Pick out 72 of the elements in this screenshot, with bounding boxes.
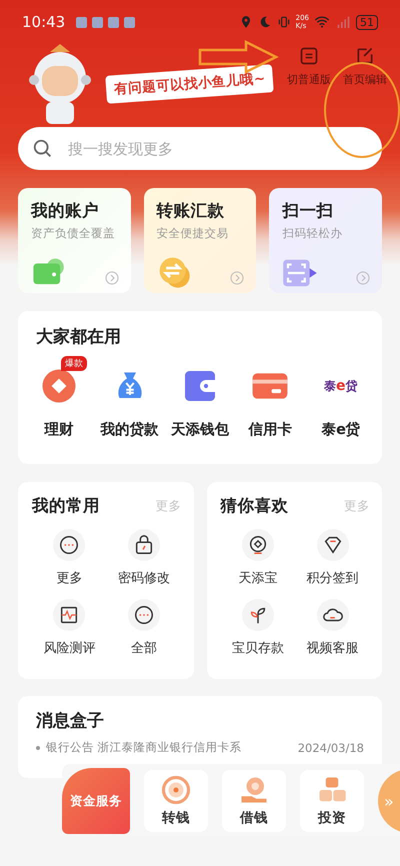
service-label: 信用卡 [248, 420, 292, 439]
message-date: 2024/03/18 [298, 740, 364, 754]
notification-icon [124, 16, 136, 28]
shortcut-label: 密码修改 [118, 570, 170, 587]
shortcut-card[interactable]: 我的账户 资产负债全覆盖 [18, 188, 131, 293]
swap-icon [299, 46, 319, 66]
service-item[interactable]: 信用卡 [238, 356, 302, 439]
shortcut-label: 全部 [131, 640, 158, 657]
chevron-icon [356, 271, 370, 285]
signal-icon [335, 14, 351, 30]
shortcut-item[interactable]: 天添宝 [220, 529, 296, 587]
shortcut-item[interactable]: 全部 [106, 599, 182, 657]
bullet-icon [36, 746, 40, 750]
card-title: 扫一扫 [282, 200, 334, 222]
section-title: 消息盒子 [36, 710, 105, 732]
search-icon [32, 138, 54, 160]
notification-icon [76, 16, 88, 28]
section-title: 我的常用 [32, 495, 100, 517]
service-label: 理财 [44, 420, 74, 439]
shortcut-item[interactable]: 风险测评 [32, 599, 107, 657]
card-subtitle: 资产负债全覆盖 [31, 226, 116, 241]
card-title: 转账汇款 [156, 200, 226, 222]
message-text[interactable]: 银行公告 浙江泰隆商业银行信用卡系 [46, 740, 242, 755]
service-item[interactable]: 爆款 理财 [27, 356, 92, 439]
service-label: 天添钱包 [170, 421, 229, 439]
shortcut-item[interactable]: 视频客服 [295, 599, 370, 657]
section-title: 大家都在用 [35, 326, 122, 348]
moon-icon [258, 15, 272, 29]
service-item[interactable]: 我的贷款 [98, 356, 162, 439]
wifi-icon [314, 14, 330, 30]
card-subtitle: 扫码轻松办 [282, 226, 344, 241]
coin-icon [41, 368, 78, 404]
service-item[interactable]: 泰e贷 泰e贷 [308, 356, 373, 439]
chevron-icon [104, 271, 119, 285]
vibrate-icon [276, 15, 291, 29]
brand-logo: 泰e贷 [324, 378, 358, 394]
diamond-icon [322, 534, 344, 556]
fund-service-button[interactable]: 转钱 [144, 770, 208, 832]
fund-service-button[interactable]: 投资 [300, 770, 364, 832]
shortcut-card[interactable]: 扫一扫 扫码轻松办 [269, 188, 382, 293]
shortcut-item[interactable]: 宝贝存款 [220, 599, 296, 657]
search-bar[interactable]: 搜一搜发现更多 [18, 127, 382, 170]
status-time: 10:43 [22, 13, 66, 31]
edit-icon [355, 46, 375, 66]
more-icon [133, 604, 156, 626]
shortcut-label: 宝贝存款 [232, 640, 284, 657]
shortcut-label: 积分签到 [306, 570, 359, 587]
chevron-icon [230, 271, 244, 285]
card-subtitle: 安全便捷交易 [156, 226, 230, 241]
shortcut-item[interactable]: 密码修改 [106, 529, 182, 587]
more-icon [58, 534, 80, 556]
shortcut-item[interactable]: 更多 [32, 529, 107, 587]
shortcut-label: 风险测评 [43, 640, 96, 657]
shortcut-label: 视频客服 [306, 640, 359, 657]
notification-icon [92, 16, 104, 28]
card-title: 我的账户 [31, 200, 100, 222]
shortcut-item[interactable]: 积分签到 [295, 529, 370, 587]
hand-coin-icon [239, 775, 269, 805]
exchange-icon [156, 255, 191, 289]
shortcut-label: 更多 [56, 570, 82, 587]
shortcut-card[interactable]: 转账汇款 安全便捷交易 [144, 188, 256, 293]
search-field[interactable]: 搜一搜发现更多 [66, 138, 368, 158]
service-label: 我的贷款 [100, 420, 159, 439]
section-title: 猜你喜欢 [220, 495, 288, 517]
fund-service-button[interactable]: 借钱 [222, 770, 286, 832]
service-item[interactable]: 天添钱包 [168, 356, 232, 439]
shortcut-label: 天添宝 [238, 570, 278, 587]
service-label: 泰e贷 [322, 420, 360, 439]
speech-bubble: 有问题可以找小鱼儿哦~ [105, 64, 274, 104]
notification-icon [108, 16, 120, 28]
hot-badge: 爆款 [61, 356, 88, 371]
battery-level: 51 [356, 14, 378, 30]
